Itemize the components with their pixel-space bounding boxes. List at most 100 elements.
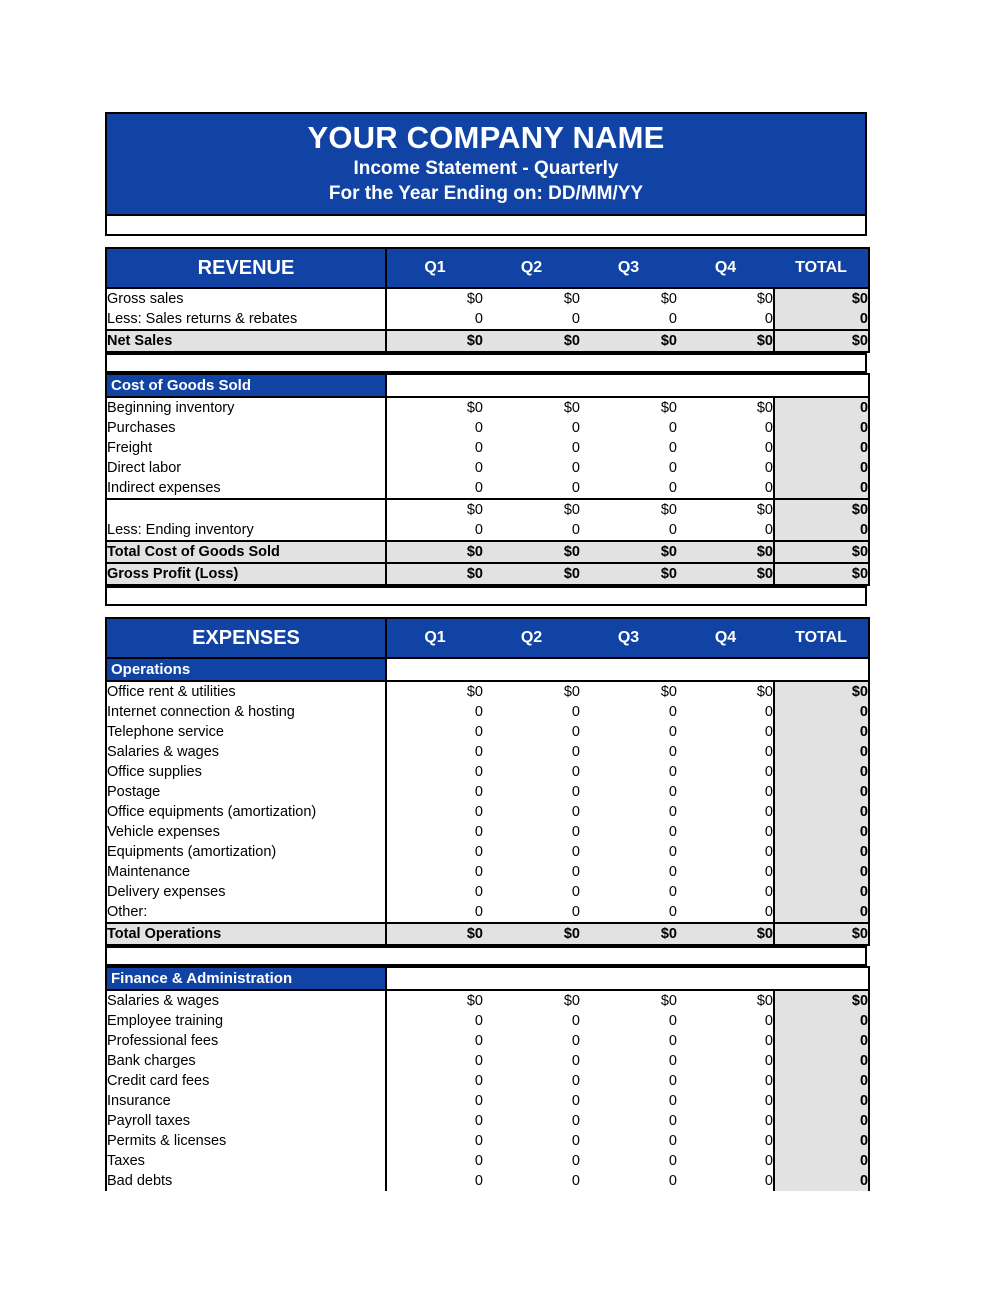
cell-q2[interactable]: 0 — [483, 458, 580, 478]
cell-q1[interactable]: 0 — [386, 309, 483, 330]
cell-q2[interactable]: 0 — [483, 702, 580, 722]
cell-q4[interactable]: 0 — [677, 822, 775, 842]
cell-q3[interactable]: 0 — [580, 438, 677, 458]
cell-q4[interactable]: 0 — [677, 762, 775, 782]
cell-q4[interactable]: 0 — [677, 722, 775, 742]
cell-q3[interactable]: 0 — [580, 862, 677, 882]
cell-q3[interactable]: 0 — [580, 1151, 677, 1171]
cell-q4[interactable]: 0 — [677, 802, 775, 822]
cell-q4[interactable]: 0 — [677, 782, 775, 802]
cell-q4[interactable]: 0 — [677, 742, 775, 762]
cell-q1[interactable]: 0 — [386, 882, 483, 902]
cell-q3[interactable]: 0 — [580, 1171, 677, 1191]
table-row[interactable]: Freight 0 0 0 0 0 — [106, 438, 870, 458]
cell-q1[interactable]: 0 — [386, 1111, 483, 1131]
cell-q1[interactable]: 0 — [386, 418, 483, 438]
cell-q3[interactable]: 0 — [580, 782, 677, 802]
cell-q2[interactable]: 0 — [483, 1171, 580, 1191]
cell-q2[interactable]: 0 — [483, 1031, 580, 1051]
cell-q4[interactable]: 0 — [677, 309, 775, 330]
cell-q4[interactable]: 0 — [677, 882, 775, 902]
cell-q4[interactable]: 0 — [677, 842, 775, 862]
cell-q4[interactable]: $0 — [677, 397, 775, 418]
cell-q4[interactable]: $0 — [677, 288, 775, 309]
cell-q1[interactable]: 0 — [386, 842, 483, 862]
cell-q2[interactable]: 0 — [483, 742, 580, 762]
table-row[interactable]: Indirect expenses 0 0 0 0 0 — [106, 478, 870, 499]
cell-q2[interactable]: 0 — [483, 1011, 580, 1031]
cell-q3[interactable]: 0 — [580, 458, 677, 478]
cell-q3[interactable]: 0 — [580, 822, 677, 842]
cell-q2[interactable]: 0 — [483, 842, 580, 862]
table-row[interactable]: Postage 0 0 0 0 0 — [106, 782, 869, 802]
cell-q4[interactable]: 0 — [677, 1131, 775, 1151]
cell-q4[interactable]: 0 — [677, 902, 775, 923]
table-row[interactable]: Telephone service 0 0 0 0 0 — [106, 722, 869, 742]
cell-q3[interactable]: 0 — [580, 1091, 677, 1111]
cell-q2[interactable]: 0 — [483, 309, 580, 330]
cell-q3[interactable]: 0 — [580, 1031, 677, 1051]
cell-q1[interactable]: 0 — [386, 862, 483, 882]
table-row[interactable]: Payroll taxes 0 0 0 0 0 — [106, 1111, 870, 1131]
table-row[interactable]: Taxes 0 0 0 0 0 — [106, 1151, 870, 1171]
cell-q3[interactable]: 0 — [580, 309, 677, 330]
table-row[interactable]: Salaries & wages $0 $0 $0 $0 $0 — [106, 990, 870, 1011]
cell-q2[interactable]: 0 — [483, 1091, 580, 1111]
cell-q2[interactable]: 0 — [483, 722, 580, 742]
cell-q3[interactable]: $0 — [580, 681, 677, 702]
table-row[interactable]: Beginning inventory $0 $0 $0 $0 0 — [106, 397, 870, 418]
table-row[interactable]: Purchases 0 0 0 0 0 — [106, 418, 870, 438]
cell-q2[interactable]: 0 — [483, 1111, 580, 1131]
cell-q1[interactable]: 0 — [386, 478, 483, 499]
cell-q3[interactable]: 0 — [580, 478, 677, 499]
cell-q2[interactable]: 0 — [483, 478, 580, 499]
table-row[interactable]: Bad debts 0 0 0 0 0 — [106, 1171, 870, 1191]
table-row[interactable]: Office supplies 0 0 0 0 0 — [106, 762, 869, 782]
cell-q3[interactable]: 0 — [580, 1051, 677, 1071]
cell-q3[interactable]: 0 — [580, 842, 677, 862]
cell-q2[interactable]: 0 — [483, 1131, 580, 1151]
cell-q3[interactable]: $0 — [580, 990, 677, 1011]
cell-q2[interactable]: 0 — [483, 902, 580, 923]
cell-q4[interactable]: 0 — [677, 1151, 775, 1171]
table-row[interactable]: Less: Sales returns & rebates 0 0 0 0 0 — [106, 309, 869, 330]
cell-q1[interactable]: 0 — [386, 1131, 483, 1151]
table-row[interactable]: Equipments (amortization) 0 0 0 0 0 — [106, 842, 869, 862]
cell-q4[interactable]: 0 — [677, 1051, 775, 1071]
table-row[interactable]: Salaries & wages 0 0 0 0 0 — [106, 742, 869, 762]
cell-q1[interactable]: 0 — [386, 1011, 483, 1031]
cell-q2[interactable]: $0 — [483, 681, 580, 702]
cell-q2[interactable]: $0 — [483, 990, 580, 1011]
cell-q3[interactable]: 0 — [580, 742, 677, 762]
cell-q1[interactable]: 0 — [386, 1051, 483, 1071]
cell-q4[interactable]: 0 — [677, 1071, 775, 1091]
cell-q1[interactable]: 0 — [386, 802, 483, 822]
cell-q3[interactable]: $0 — [580, 397, 677, 418]
cell-q1[interactable]: 0 — [386, 1031, 483, 1051]
cell-q4[interactable]: 0 — [677, 1011, 775, 1031]
table-row[interactable]: Credit card fees 0 0 0 0 0 — [106, 1071, 870, 1091]
cell-q2[interactable]: $0 — [483, 288, 580, 309]
cell-q2[interactable]: 0 — [483, 520, 580, 541]
table-row[interactable]: Maintenance 0 0 0 0 0 — [106, 862, 869, 882]
cell-q3[interactable]: 0 — [580, 722, 677, 742]
cell-q4[interactable]: 0 — [677, 862, 775, 882]
cell-q3[interactable]: 0 — [580, 762, 677, 782]
cell-q1[interactable]: 0 — [386, 702, 483, 722]
table-row[interactable]: Office rent & utilities $0 $0 $0 $0 $0 — [106, 681, 869, 702]
cell-q4[interactable]: 0 — [677, 1171, 775, 1191]
cell-q2[interactable]: 0 — [483, 862, 580, 882]
cell-q3[interactable]: 0 — [580, 1111, 677, 1131]
table-row[interactable]: Permits & licenses 0 0 0 0 0 — [106, 1131, 870, 1151]
cell-q2[interactable]: $0 — [483, 397, 580, 418]
cell-q1[interactable]: 0 — [386, 1071, 483, 1091]
cell-q2[interactable]: 0 — [483, 1151, 580, 1171]
cell-q1[interactable]: $0 — [386, 288, 483, 309]
cell-q1[interactable]: 0 — [386, 902, 483, 923]
cell-q1[interactable]: $0 — [386, 681, 483, 702]
table-row[interactable]: Professional fees 0 0 0 0 0 — [106, 1031, 870, 1051]
cell-q1[interactable]: 0 — [386, 762, 483, 782]
cell-q3[interactable]: 0 — [580, 1011, 677, 1031]
cell-q3[interactable]: 0 — [580, 882, 677, 902]
cell-q1[interactable]: $0 — [386, 397, 483, 418]
